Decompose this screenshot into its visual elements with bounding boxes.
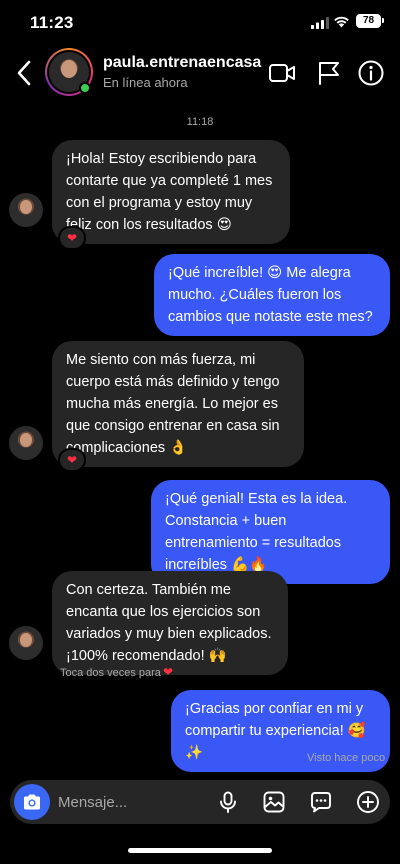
status-time: 11:23 <box>30 13 74 32</box>
outgoing-message[interactable]: ¡Qué genial! Esta es la idea. Constancia… <box>151 480 390 584</box>
status-bar: 11:23 78 <box>0 0 400 44</box>
contact-status: En línea ahora <box>103 75 188 90</box>
sticker-icon[interactable] <box>309 790 333 814</box>
microphone-icon[interactable] <box>216 790 240 814</box>
info-icon[interactable] <box>357 59 385 87</box>
chat-header: paula.entrenaencasa En línea ahora <box>0 44 400 104</box>
contact-username[interactable]: paula.entrenaencasa <box>103 54 261 72</box>
incoming-message[interactable]: ¡Hola! Estoy escribiendo para contarte q… <box>52 140 290 244</box>
back-icon[interactable] <box>14 58 34 88</box>
double-tap-heart-icon: ❤ <box>163 665 174 679</box>
cellular-signal-icon <box>311 17 329 29</box>
flag-icon[interactable] <box>315 59 343 87</box>
seen-status: Visto hace poco <box>307 752 386 764</box>
chat-timestamp: 11:18 <box>186 116 214 128</box>
online-indicator <box>79 82 91 94</box>
incoming-message[interactable]: Con certeza. También me encanta que los … <box>52 571 288 675</box>
wifi-icon <box>334 16 349 28</box>
double-tap-hint: Toca dos veces para <box>60 667 161 679</box>
message-input[interactable] <box>58 791 208 813</box>
heart-reaction[interactable]: ❤ <box>58 226 86 250</box>
outgoing-message[interactable]: ¡Qué increíble! 😍 Me alegra mucho. ¿Cuál… <box>154 254 390 336</box>
video-call-icon[interactable] <box>268 59 296 87</box>
gallery-icon[interactable] <box>262 790 286 814</box>
home-indicator[interactable] <box>128 848 272 853</box>
battery-cap <box>382 18 384 23</box>
sender-avatar[interactable] <box>9 193 43 227</box>
sender-avatar[interactable] <box>9 426 43 460</box>
camera-icon <box>24 794 40 810</box>
battery-icon: 78 <box>356 14 381 28</box>
camera-button[interactable] <box>14 784 50 820</box>
sender-avatar[interactable] <box>9 626 43 660</box>
incoming-message[interactable]: Me siento con más fuerza, mi cuerpo está… <box>52 341 304 467</box>
plus-icon[interactable] <box>356 790 380 814</box>
message-composer <box>10 780 390 824</box>
heart-reaction[interactable]: ❤ <box>58 448 86 472</box>
